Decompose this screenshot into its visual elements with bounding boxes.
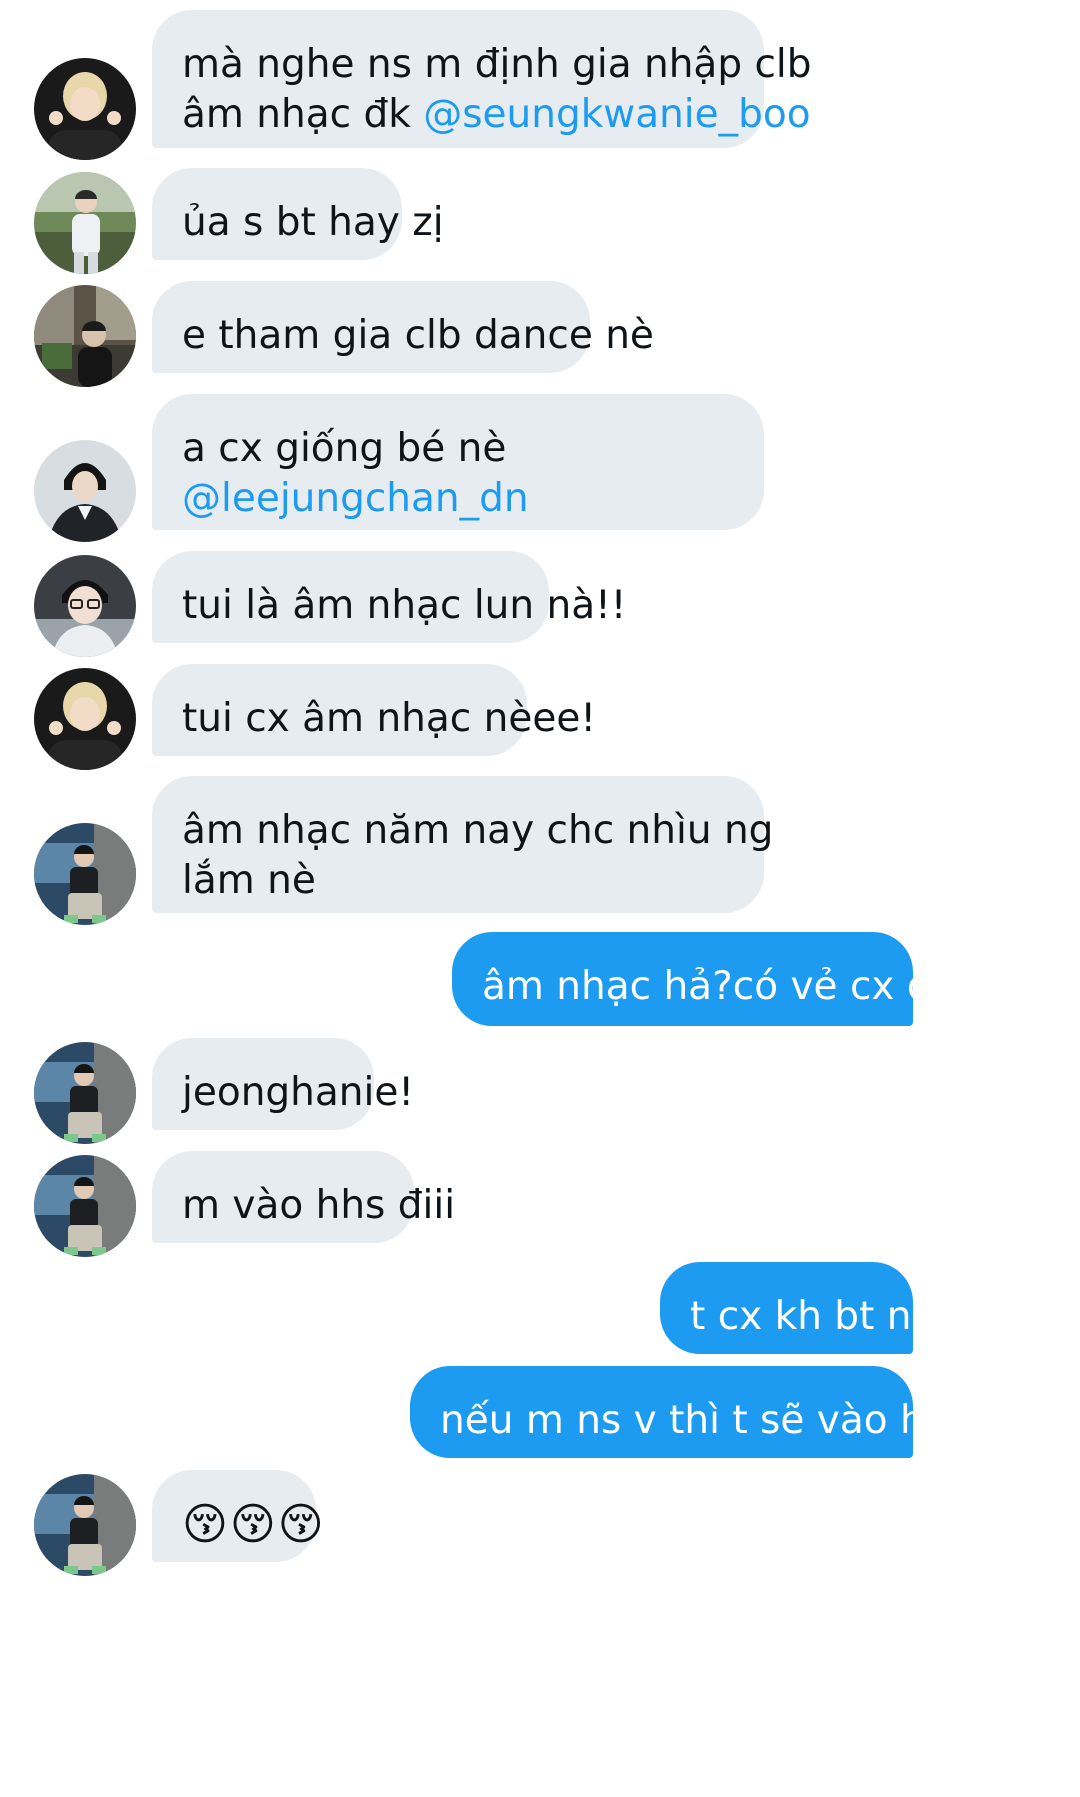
kissing-face-emoji-text: 😚😚😚 [182,1499,326,1550]
message-text: âm nhạc đk [182,92,424,137]
message-row: 😚😚😚 [0,1470,1080,1576]
message-row: e tham gia clb dance nè [0,281,1080,387]
avatar-image [34,668,136,770]
message-row: âm nhạc hả?có vẻ cx đc! [0,932,1080,1026]
avatar-image [34,1042,136,1144]
avatar-image [34,172,136,274]
incoming-message-bubble[interactable]: m vào hhs điii [152,1151,456,1243]
message-text: ủa s bt hay zị [182,200,444,245]
incoming-message-bubble[interactable]: ủa s bt hay zị [152,168,444,260]
message-text: âm nhạc năm nay chc nhìu ng [182,808,774,853]
avatar-city-sitting[interactable] [34,1474,136,1576]
message-text: mà nghe ns m định gia nhập clb [182,42,812,87]
incoming-message-bubble[interactable]: tui cx âm nhạc nèee! [152,664,596,756]
message-row: t cx kh bt nx [0,1262,1080,1354]
message-text: nếu m ns v thì t sẽ vào hhs! [440,1398,986,1443]
message-row: a cx giống bé nè @leejungchan_dn [0,394,1080,542]
avatar-glasses-selfie[interactable] [34,555,136,657]
message-text: a cx giống bé nè [182,426,507,471]
avatar-image [34,555,136,657]
outgoing-message-bubble[interactable]: âm nhạc hả?có vẻ cx đc! [452,932,969,1026]
avatar-image [34,440,136,542]
avatar-outdoor-white-shirt[interactable] [34,172,136,274]
message-text: jeonghanie! [182,1070,414,1115]
incoming-message-bubble[interactable]: âm nhạc năm nay chc nhìu ng lắm nè [152,776,774,913]
avatar-image [34,823,136,925]
avatar-blonde-hair[interactable] [34,58,136,160]
incoming-message-bubble[interactable]: mà nghe ns m định gia nhập clb âm nhạc đ… [152,10,812,148]
message-text: t cx kh bt nx [690,1294,935,1339]
avatar-image [34,1155,136,1257]
mention-link[interactable]: @seungkwanie_boo [423,92,810,137]
avatar-city-sitting[interactable] [34,1155,136,1257]
mention-link[interactable]: @leejungchan_dn [182,474,734,524]
incoming-message-bubble[interactable]: a cx giống bé nè @leejungchan_dn [152,394,764,530]
avatar-image [34,58,136,160]
message-row: nếu m ns v thì t sẽ vào hhs! [0,1366,1080,1458]
incoming-message-bubble[interactable]: jeonghanie! [152,1038,414,1130]
message-text: lắm nè [182,858,316,903]
avatar-image [34,285,136,387]
incoming-message-bubble[interactable]: 😚😚😚 [152,1470,326,1562]
message-text: tui là âm nhạc lun nà!! [182,583,627,628]
dm-conversation: mà nghe ns m định gia nhập clb âm nhạc đ… [0,0,1080,1797]
message-row: m vào hhs điii [0,1151,1080,1257]
message-text-line2: âm nhạc đk @seungkwanie_boo [182,90,811,140]
outgoing-message-bubble[interactable]: t cx kh bt nx [660,1262,935,1354]
avatar-city-sitting[interactable] [34,823,136,925]
avatar-street-dark[interactable] [34,285,136,387]
avatar-image [34,1474,136,1576]
avatar-city-sitting[interactable] [34,1042,136,1144]
message-row: ủa s bt hay zị [0,168,1080,274]
message-text: âm nhạc hả?có vẻ cx đc! [482,964,969,1009]
incoming-message-bubble[interactable]: e tham gia clb dance nè [152,281,654,373]
avatar-blonde-hair[interactable] [34,668,136,770]
avatar-black-jacket[interactable] [34,440,136,542]
message-row: mà nghe ns m định gia nhập clb âm nhạc đ… [0,10,1080,160]
message-row: tui cx âm nhạc nèee! [0,664,1080,770]
message-text: tui cx âm nhạc nèee! [182,696,596,741]
message-row: tui là âm nhạc lun nà!! [0,551,1080,657]
message-text: e tham gia clb dance nè [182,313,654,358]
message-text: m vào hhs điii [182,1183,456,1228]
outgoing-message-bubble[interactable]: nếu m ns v thì t sẽ vào hhs! [410,1366,986,1458]
message-row: âm nhạc năm nay chc nhìu ng lắm nè [0,776,1080,925]
message-row: jeonghanie! [0,1038,1080,1144]
incoming-message-bubble[interactable]: tui là âm nhạc lun nà!! [152,551,627,643]
